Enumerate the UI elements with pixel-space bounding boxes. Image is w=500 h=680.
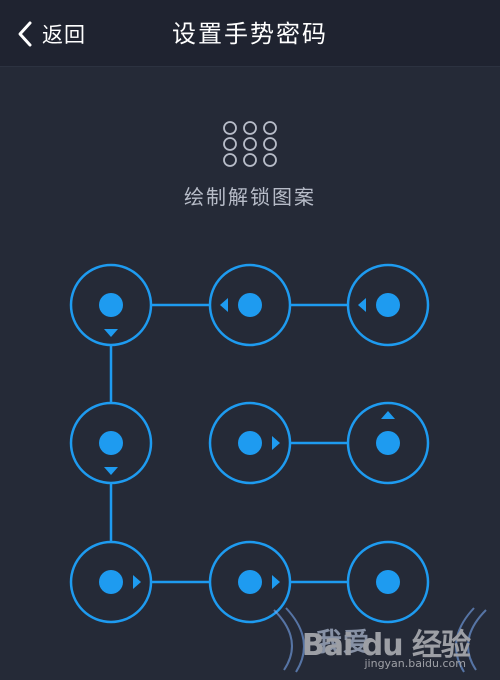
pattern-node-dot — [99, 570, 123, 594]
pattern-node-dot — [376, 293, 400, 317]
direction-arrow-icon — [272, 575, 280, 589]
pattern-node[interactable] — [69, 401, 153, 485]
pattern-node-dot — [376, 431, 400, 455]
pattern-node-dot — [376, 570, 400, 594]
direction-arrow-icon — [272, 436, 280, 450]
direction-arrow-icon — [381, 411, 395, 419]
pattern-node-dot — [99, 293, 123, 317]
pattern-node[interactable] — [208, 263, 292, 347]
pattern-node-dot — [238, 570, 262, 594]
direction-arrow-icon — [220, 298, 228, 312]
gesture-pattern-pad[interactable] — [0, 0, 500, 680]
pattern-node[interactable] — [69, 540, 153, 624]
pattern-node-dot — [99, 431, 123, 455]
pattern-node-dot — [238, 293, 262, 317]
pattern-node[interactable] — [69, 263, 153, 347]
pattern-node-dot — [238, 431, 262, 455]
pattern-node[interactable] — [208, 401, 292, 485]
direction-arrow-icon — [104, 467, 118, 475]
pattern-node[interactable] — [346, 263, 430, 347]
direction-arrow-icon — [104, 329, 118, 337]
pattern-node[interactable] — [346, 401, 430, 485]
direction-arrow-icon — [358, 298, 366, 312]
watermark-url: jingyan.baidu.com — [364, 657, 466, 670]
direction-arrow-icon — [133, 575, 141, 589]
baidu-watermark: 我爱 Bai du 经验 jingyan.baidu.com — [264, 600, 494, 676]
